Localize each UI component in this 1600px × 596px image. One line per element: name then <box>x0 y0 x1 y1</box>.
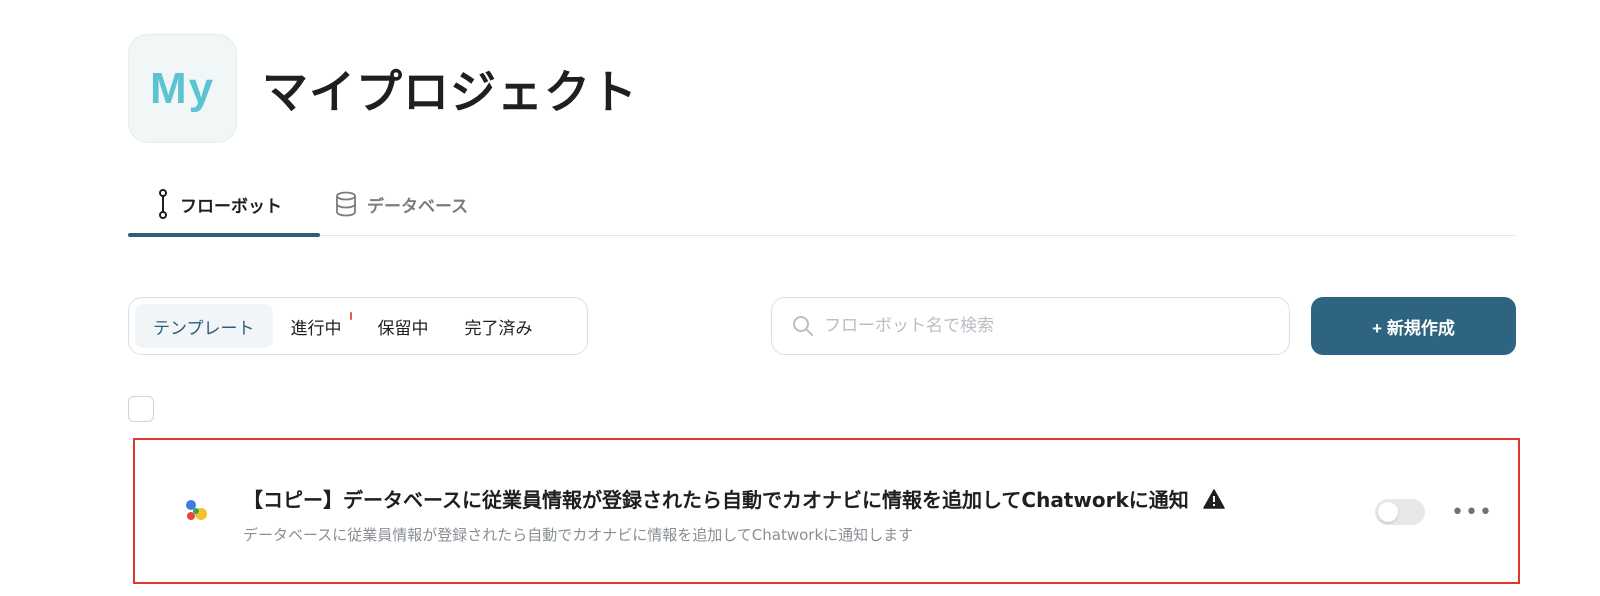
search-box <box>771 297 1290 355</box>
flow-title-text: 【コピー】データベースに従業員情報が登録されたら自動でカオナビに情報を追加してC… <box>243 488 1189 512</box>
toggle-knob <box>1378 502 1398 522</box>
filter-template[interactable]: テンプレート <box>135 304 273 348</box>
warning-icon <box>1203 488 1225 509</box>
filter-in-progress-label: 進行中 <box>290 318 342 339</box>
filter-on-hold[interactable]: 保留中 <box>360 304 447 348</box>
tab-flowbot[interactable]: フローボット <box>128 172 320 237</box>
app-logo-icon <box>186 500 207 520</box>
project-logo: My <box>128 34 237 143</box>
page-title: マイプロジェクト <box>262 65 638 119</box>
tab-database-label: データベース <box>367 196 469 217</box>
search-input[interactable] <box>824 316 1264 336</box>
flow-icon <box>159 189 167 219</box>
select-all-checkbox[interactable] <box>128 396 154 422</box>
tab-flowbot-label: フローボット <box>180 196 282 217</box>
tab-bar: フローボット データベース <box>128 172 1515 237</box>
new-flowbot-button[interactable]: + 新規作成 <box>1311 297 1516 355</box>
database-icon <box>336 191 356 217</box>
filter-in-progress[interactable]: 進行中 <box>273 304 360 348</box>
flow-enable-toggle[interactable] <box>1375 499 1425 525</box>
more-options-icon[interactable]: ••• <box>1451 498 1492 526</box>
status-filter-group: テンプレート 進行中 保留中 完了済み <box>128 297 588 355</box>
filter-completed[interactable]: 完了済み <box>447 304 551 348</box>
flow-list-item[interactable]: 【コピー】データベースに従業員情報が登録されたら自動でカオナビに情報を追加してC… <box>133 438 1520 584</box>
flow-title[interactable]: 【コピー】データベースに従業員情報が登録されたら自動でカオナビに情報を追加してC… <box>243 484 1225 513</box>
flow-description: データベースに従業員情報が登録されたら自動でカオナビに情報を追加してChatwo… <box>243 526 914 544</box>
tab-database[interactable]: データベース <box>335 172 468 236</box>
notification-dot <box>349 312 352 320</box>
search-icon <box>793 316 813 336</box>
